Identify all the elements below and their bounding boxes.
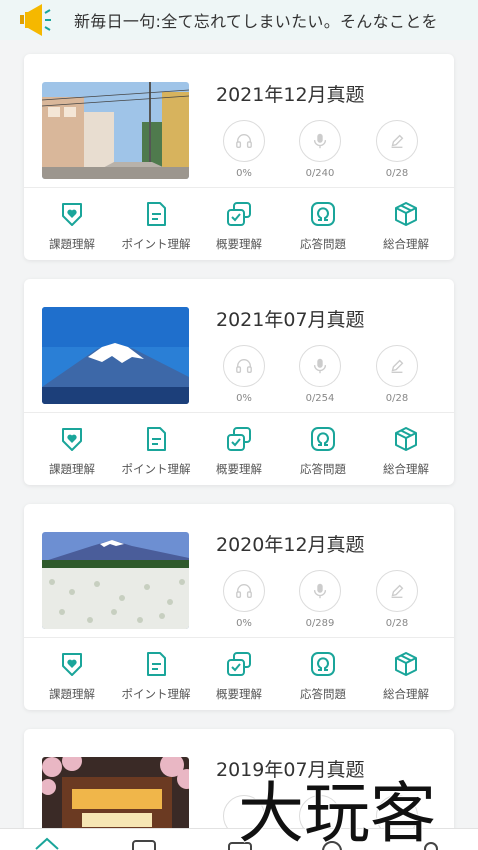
category-summary-comprehension[interactable]: 概要理解 [197, 425, 281, 477]
category-task-comprehension[interactable]: 課題理解 [30, 425, 114, 477]
writing-progress-value: 0/28 [385, 618, 409, 629]
cube-icon [395, 202, 417, 226]
category-summary-comprehension[interactable]: 概要理解 [197, 650, 281, 702]
category-task-comprehension[interactable]: 課題理解 [30, 650, 114, 702]
headphones-icon [236, 134, 252, 148]
writing-progress-value: 0/28 [385, 393, 409, 404]
pencil-icon [391, 584, 404, 598]
category-label: 課題理解 [49, 237, 95, 251]
divider [24, 187, 454, 188]
exam-card[interactable]: 2021年12月真题 0% 0/240 0/28 課題理解 ポイント理解 概要理… [24, 54, 454, 260]
category-label: 課題理解 [49, 687, 95, 701]
exam-card[interactable]: 2021年07月真题 0% 0/254 0/28 課題理解 ポイント理解 概要理… [24, 279, 454, 485]
headphones-icon [236, 584, 252, 598]
speaking-progress-value: 0/289 [305, 618, 335, 629]
heart-shield-icon [62, 203, 82, 226]
writing-progress[interactable]: 0/28 [367, 120, 427, 179]
category-integrated-comprehension[interactable]: 総合理解 [364, 425, 448, 477]
exam-card[interactable]: 2020年12月真题 0% 0/289 0/28 課題理解 ポイント理解 概要理… [24, 504, 454, 710]
listening-progress-value: 0% [236, 168, 252, 179]
listening-progress[interactable]: 0% [214, 120, 274, 179]
category-label: 応答問題 [300, 462, 346, 476]
exam-title: 2021年12月真题 [216, 84, 365, 106]
category-label: 概要理解 [216, 237, 262, 251]
speaking-progress-value: 0/254 [305, 393, 335, 404]
daily-sentence-text: 新毎日一句:全て忘れてしまいたい。そんなことを [74, 12, 438, 31]
document-icon [147, 427, 166, 451]
microphone-icon [313, 133, 327, 149]
daily-sentence-bar[interactable]: 新毎日一句:全て忘れてしまいたい。そんなことを [0, 0, 478, 40]
category-point-comprehension[interactable]: ポイント理解 [114, 200, 198, 252]
writing-progress[interactable]: 0/28 [367, 345, 427, 404]
check-cards-icon [227, 427, 251, 451]
watermark-logo: 大玩客 [237, 774, 437, 846]
speaking-progress[interactable]: 0/254 [290, 345, 350, 404]
omega-icon [311, 427, 335, 451]
category-label: 応答問題 [300, 687, 346, 701]
document-icon [147, 202, 166, 226]
category-label: ポイント理解 [121, 687, 191, 701]
headphones-icon [236, 359, 252, 373]
megaphone-icon [0, 0, 52, 40]
category-task-comprehension[interactable]: 課題理解 [30, 200, 114, 252]
cube-icon [395, 427, 417, 451]
category-label: 総合理解 [383, 237, 429, 251]
category-label: 総合理解 [383, 687, 429, 701]
category-point-comprehension[interactable]: ポイント理解 [114, 650, 198, 702]
pencil-icon [391, 359, 404, 373]
divider [24, 412, 454, 413]
speaking-progress[interactable]: 0/289 [290, 570, 350, 629]
category-label: ポイント理解 [121, 462, 191, 476]
pencil-icon [391, 134, 404, 148]
exam-title: 2021年07月真题 [216, 309, 365, 331]
writing-progress[interactable]: 0/28 [367, 570, 427, 629]
omega-icon [311, 652, 335, 676]
category-row: 課題理解 ポイント理解 概要理解 応答問題 総合理解 [24, 200, 454, 256]
category-response-questions[interactable]: 応答問題 [281, 650, 365, 702]
exam-thumbnail [42, 307, 189, 404]
speaking-progress[interactable]: 0/240 [290, 120, 350, 179]
listening-progress[interactable]: 0% [214, 570, 274, 629]
exam-thumbnail [42, 532, 189, 629]
speaking-progress-value: 0/240 [305, 168, 335, 179]
category-point-comprehension[interactable]: ポイント理解 [114, 425, 198, 477]
heart-shield-icon [62, 653, 82, 676]
category-row: 課題理解 ポイント理解 概要理解 応答問題 総合理解 [24, 425, 454, 481]
category-summary-comprehension[interactable]: 概要理解 [197, 200, 281, 252]
document-icon [147, 652, 166, 676]
cube-icon [395, 652, 417, 676]
microphone-icon [313, 358, 327, 374]
category-label: 応答問題 [300, 237, 346, 251]
exam-title: 2020年12月真题 [216, 534, 365, 556]
omega-icon [311, 202, 335, 226]
category-label: 概要理解 [216, 687, 262, 701]
category-response-questions[interactable]: 応答問題 [281, 425, 365, 477]
writing-progress-value: 0/28 [385, 168, 409, 179]
category-response-questions[interactable]: 応答問題 [281, 200, 365, 252]
listening-progress[interactable]: 0% [214, 345, 274, 404]
book-icon[interactable] [129, 835, 159, 850]
home-icon[interactable] [32, 835, 62, 850]
check-cards-icon [227, 202, 251, 226]
category-label: 総合理解 [383, 462, 429, 476]
listening-progress-value: 0% [236, 618, 252, 629]
microphone-icon [313, 583, 327, 599]
category-label: ポイント理解 [121, 237, 191, 251]
category-integrated-comprehension[interactable]: 総合理解 [364, 650, 448, 702]
category-label: 課題理解 [49, 462, 95, 476]
exam-thumbnail [42, 82, 189, 179]
category-row: 課題理解 ポイント理解 概要理解 応答問題 総合理解 [24, 650, 454, 706]
category-label: 概要理解 [216, 462, 262, 476]
category-integrated-comprehension[interactable]: 総合理解 [364, 200, 448, 252]
divider [24, 637, 454, 638]
heart-shield-icon [62, 428, 82, 451]
listening-progress-value: 0% [236, 393, 252, 404]
svg-text:大玩客: 大玩客 [238, 775, 436, 846]
check-cards-icon [227, 652, 251, 676]
